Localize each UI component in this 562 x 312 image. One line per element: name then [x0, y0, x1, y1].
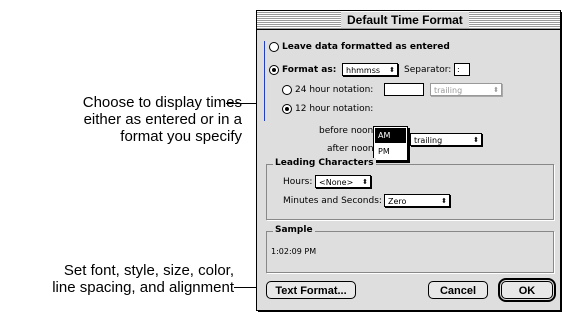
sample-value: 1:02:09 PM: [271, 247, 317, 256]
leading-characters-label: Leading Characters: [273, 158, 376, 169]
notation-12-position-popup[interactable]: trailing ⬍: [410, 133, 482, 146]
ok-button[interactable]: OK: [498, 278, 556, 302]
hours-popup-value: <None>: [319, 178, 354, 187]
notation-24-field[interactable]: [384, 83, 424, 96]
notation-12-label[interactable]: 12 hour notation:: [295, 103, 373, 115]
menu-item-pm[interactable]: PM: [375, 144, 406, 159]
notation-12-position-value: trailing: [414, 136, 443, 145]
sample-label: Sample: [273, 225, 315, 236]
format-popup[interactable]: hhmmss ⬍: [342, 63, 398, 76]
radio-24-hour[interactable]: [282, 85, 292, 95]
callout-line: format you specify: [120, 128, 242, 145]
popup-arrows-icon: ⬍: [441, 197, 447, 205]
format-as-label[interactable]: Format as:: [282, 64, 336, 76]
radio-format-as[interactable]: [269, 65, 279, 75]
dialog-title: Default Time Format: [341, 12, 469, 28]
separator-label: Separator:: [404, 65, 452, 75]
popup-arrows-icon: ⬍: [362, 178, 368, 186]
minutes-seconds-popup[interactable]: Zero ⬍: [384, 194, 450, 207]
notation-24-label[interactable]: 24 hour notation:: [295, 84, 373, 96]
separator-field[interactable]: :: [454, 63, 470, 76]
popup-arrows-icon: ⬍: [493, 86, 499, 94]
callout-leader-line: [226, 103, 259, 104]
callout-line: either as entered or in a: [83, 111, 242, 128]
after-noon-label: after noon:: [327, 144, 377, 154]
radio-leave-as-entered[interactable]: [269, 42, 279, 52]
callout-text-format: Set font, style, size, color, line spaci…: [0, 262, 234, 296]
minutes-seconds-popup-value: Zero: [388, 197, 407, 206]
radio-12-hour[interactable]: [282, 104, 292, 114]
before-noon-label: before noon:: [319, 126, 377, 136]
notation-24-position-popup[interactable]: trailing ⬍: [430, 83, 502, 96]
callout-display-times: Choose to display times either as entere…: [8, 94, 242, 145]
cancel-button[interactable]: Cancel: [428, 281, 488, 299]
hours-label: Hours:: [283, 177, 313, 187]
am-pm-menu[interactable]: AM PM: [373, 126, 408, 161]
leading-characters-group: [266, 164, 554, 220]
popup-arrows-icon: ⬍: [473, 136, 479, 144]
text-format-button[interactable]: Text Format...: [266, 281, 356, 299]
popup-arrows-icon: ⬍: [389, 66, 395, 74]
selection-bracket: [264, 41, 265, 121]
notation-24-position-value: trailing: [434, 86, 463, 95]
hours-popup[interactable]: <None> ⬍: [315, 175, 371, 188]
menu-item-am[interactable]: AM: [375, 128, 406, 143]
default-time-format-dialog: Default Time Format Leave data formatted…: [256, 10, 561, 311]
callout-line: Set font, style, size, color,: [63, 262, 234, 279]
format-popup-value: hhmmss: [346, 66, 381, 75]
callout-line: line spacing, and alignment: [52, 279, 234, 296]
title-bar[interactable]: Default Time Format: [257, 11, 560, 30]
leave-as-entered-label[interactable]: Leave data formatted as entered: [282, 41, 450, 53]
minutes-seconds-label: Minutes and Seconds:: [283, 196, 382, 206]
callout-line: Choose to display times: [82, 94, 242, 111]
